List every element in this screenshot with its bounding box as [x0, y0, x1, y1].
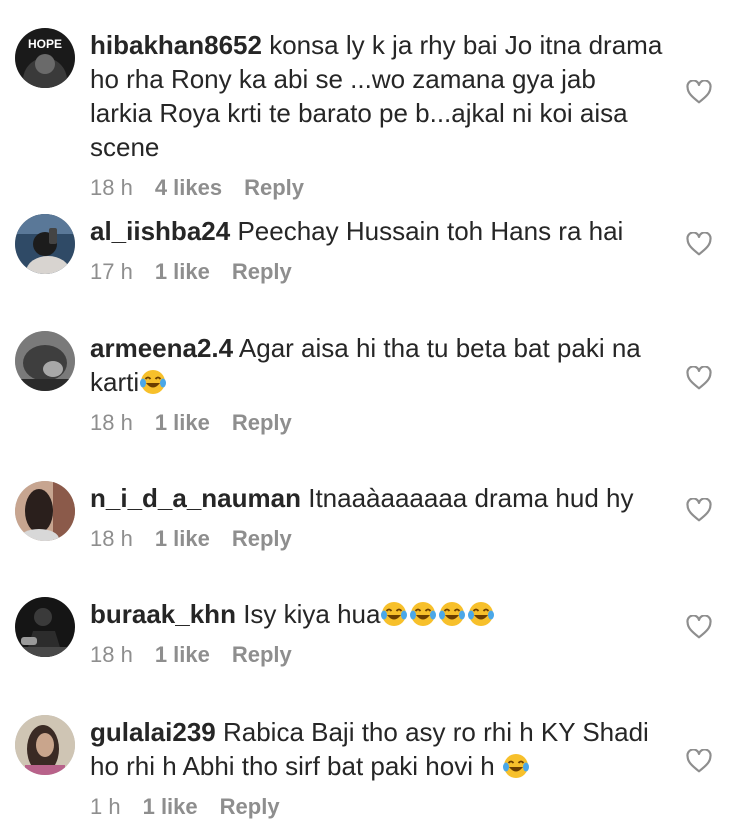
avatar-image	[15, 214, 75, 274]
comment-username[interactable]: al_iishba24	[90, 216, 230, 246]
comment-text-line: gulalai239 Rabica Baji tho asy ro rhi h …	[90, 715, 665, 783]
comment-body: armeena2.4 Agar aisa hi tha tu beta bat …	[90, 331, 665, 437]
comment-text: Itnaaàaaaaaa drama hud hy	[308, 483, 634, 513]
heart-outline-icon[interactable]	[686, 80, 712, 104]
avatar[interactable]	[15, 481, 75, 541]
face-with-tears-of-joy-emoji	[502, 754, 529, 778]
avatar-image: HOPE	[15, 28, 75, 88]
comment-text-line: al_iishba24 Peechay Hussain toh Hans ra …	[90, 214, 665, 248]
comment-time: 18 h	[90, 526, 133, 551]
face-with-tears-of-joy-emoji	[381, 602, 408, 626]
comment-likes[interactable]: 4 likes	[155, 175, 222, 200]
comment-body: buraak_khn Isy kiya hua 18 h 1 like Reply	[90, 597, 665, 669]
avatar[interactable]	[15, 214, 75, 274]
avatar-image	[15, 481, 75, 541]
comment-body: gulalai239 Rabica Baji tho asy ro rhi h …	[90, 715, 665, 821]
heart-outline-icon[interactable]	[686, 366, 712, 390]
reply-button[interactable]: Reply	[232, 642, 292, 667]
comment-meta: 1 h 1 like Reply	[90, 793, 665, 821]
avatar[interactable]	[15, 715, 75, 775]
heart-outline-icon[interactable]	[686, 615, 712, 639]
comment-likes[interactable]: 1 like	[155, 642, 210, 667]
comment-text: Peechay Hussain toh Hans ra hai	[237, 216, 624, 246]
comment-text-line: armeena2.4 Agar aisa hi tha tu beta bat …	[90, 331, 665, 399]
reply-button[interactable]: Reply	[232, 259, 292, 284]
heart-outline-icon[interactable]	[686, 749, 712, 773]
comment-time: 17 h	[90, 259, 133, 284]
avatar-image	[15, 597, 75, 657]
avatar[interactable]	[15, 597, 75, 657]
comment-username[interactable]: gulalai239	[90, 717, 216, 747]
comment-username[interactable]: hibakhan8652	[90, 30, 262, 60]
comment-list: HOPE hibakhan8652 konsa ly k ja rhy bai …	[0, 0, 740, 835]
comment-username[interactable]: armeena2.4	[90, 333, 233, 363]
comment-likes[interactable]: 1 like	[155, 410, 210, 435]
comment-body: al_iishba24 Peechay Hussain toh Hans ra …	[90, 214, 665, 286]
comment-meta: 18 h 1 like Reply	[90, 525, 665, 553]
comment-meta: 18 h 4 likes Reply	[90, 174, 665, 202]
comment-time: 18 h	[90, 175, 133, 200]
comment-likes[interactable]: 1 like	[155, 526, 210, 551]
avatar-image	[15, 715, 75, 775]
comment-body: hibakhan8652 konsa ly k ja rhy bai Jo it…	[90, 28, 665, 202]
comment-time: 18 h	[90, 642, 133, 667]
face-with-tears-of-joy-emoji	[140, 370, 167, 394]
reply-button[interactable]: Reply	[232, 410, 292, 435]
face-with-tears-of-joy-emoji	[410, 602, 437, 626]
comment-username[interactable]: n_i_d_a_nauman	[90, 483, 301, 513]
comment-text-line: buraak_khn Isy kiya hua	[90, 597, 665, 631]
heart-outline-icon[interactable]	[686, 498, 712, 522]
comment-username[interactable]: buraak_khn	[90, 599, 236, 629]
comment-meta: 18 h 1 like Reply	[90, 641, 665, 669]
heart-outline-icon[interactable]	[686, 232, 712, 256]
avatar-image	[15, 331, 75, 391]
avatar-logo-text: HOPE	[28, 37, 62, 51]
comment-time: 18 h	[90, 410, 133, 435]
comment-text-line: n_i_d_a_nauman Itnaaàaaaaaa drama hud hy	[90, 481, 665, 515]
comment-body: n_i_d_a_nauman Itnaaàaaaaaa drama hud hy…	[90, 481, 665, 553]
comment-meta: 17 h 1 like Reply	[90, 258, 665, 286]
comment-meta: 18 h 1 like Reply	[90, 409, 665, 437]
face-with-tears-of-joy-emoji	[468, 602, 495, 626]
face-with-tears-of-joy-emoji	[439, 602, 466, 626]
comment-time: 1 h	[90, 794, 121, 819]
comment-likes[interactable]: 1 like	[143, 794, 198, 819]
avatar[interactable]: HOPE	[15, 28, 75, 88]
reply-button[interactable]: Reply	[220, 794, 280, 819]
comment-text-line: hibakhan8652 konsa ly k ja rhy bai Jo it…	[90, 28, 665, 164]
avatar[interactable]	[15, 331, 75, 391]
reply-button[interactable]: Reply	[232, 526, 292, 551]
comment-likes[interactable]: 1 like	[155, 259, 210, 284]
reply-button[interactable]: Reply	[244, 175, 304, 200]
comment-text: Isy kiya hua	[243, 599, 381, 629]
